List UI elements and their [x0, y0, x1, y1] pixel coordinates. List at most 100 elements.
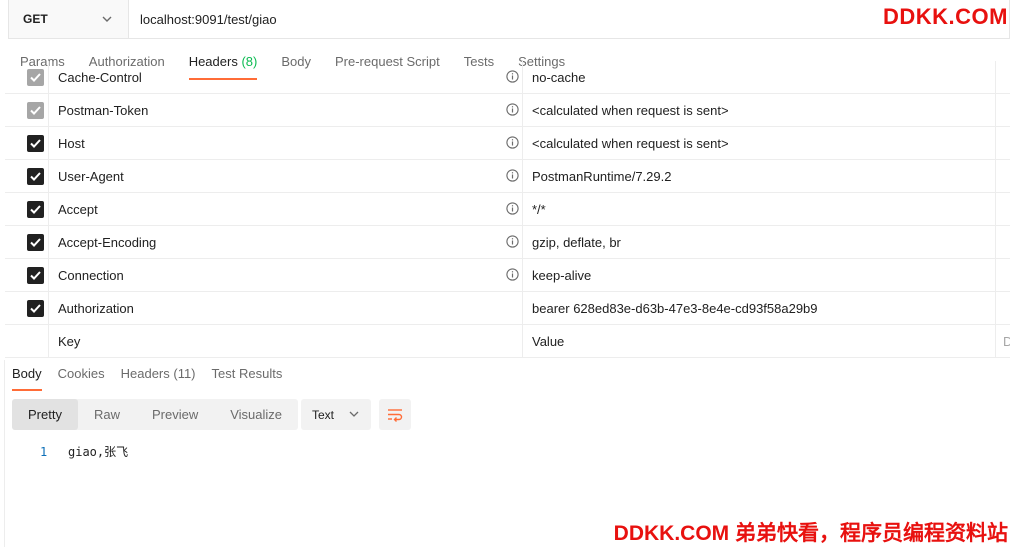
column-divider [522, 160, 523, 193]
info-icon[interactable] [506, 235, 519, 248]
column-divider [995, 160, 996, 193]
header-value[interactable]: gzip, deflate, br [532, 226, 621, 259]
column-divider [522, 259, 523, 292]
header-key[interactable]: User-Agent [58, 160, 124, 193]
checkmark-icon [30, 139, 41, 148]
column-divider [522, 226, 523, 259]
header-row: Connection keep-alive [5, 259, 1010, 292]
column-divider [522, 61, 523, 94]
header-enabled-checkbox[interactable] [27, 300, 44, 317]
info-icon[interactable] [506, 70, 519, 83]
checkmark-icon [30, 73, 41, 82]
header-row: Authorization bearer 628ed83e-d63b-47e3-8… [5, 292, 1010, 325]
column-divider [995, 94, 996, 127]
url-input[interactable]: localhost:9091/test/giao [129, 0, 1009, 38]
header-row: Accept-Encoding gzip, deflate, br [5, 226, 1010, 259]
header-key[interactable]: Postman-Token [58, 94, 148, 127]
header-row: Postman-Token <calculated when request is… [5, 94, 1010, 127]
response-tabs: Body Cookies Headers (11) Test Results [12, 364, 298, 392]
column-divider [995, 127, 996, 160]
wrap-lines-button[interactable] [379, 399, 411, 430]
brand-watermark-bottom: DDKK.COM 弟弟快看，程序员编程资料站 [613, 522, 1008, 545]
checkmark-icon [30, 304, 41, 313]
description-input[interactable]: D [1003, 325, 1010, 358]
brand-watermark-top: DDKK.COM [883, 4, 1008, 29]
checkbox-cell [5, 259, 49, 292]
format-label: Text [312, 407, 335, 422]
checkmark-icon [30, 238, 41, 247]
header-value[interactable]: bearer 628ed83e-d63b-47e3-8e4e-cd93f58a2… [532, 292, 818, 325]
format-select[interactable]: Text [301, 399, 371, 430]
tab-response-body[interactable]: Body [12, 364, 42, 391]
view-mode-group: Pretty Raw Preview Visualize [12, 399, 299, 430]
header-enabled-checkbox[interactable] [27, 168, 44, 185]
wrap-lines-icon [388, 409, 403, 422]
header-value[interactable]: PostmanRuntime/7.29.2 [532, 160, 671, 193]
header-enabled-checkbox[interactable] [27, 267, 44, 284]
column-divider [995, 325, 996, 358]
info-icon[interactable] [506, 136, 519, 149]
checkbox-cell [5, 61, 49, 94]
method-select[interactable]: GET [9, 0, 129, 38]
column-divider [522, 292, 523, 325]
column-divider [522, 94, 523, 127]
column-divider [522, 193, 523, 226]
view-visualize-button[interactable]: Visualize [214, 399, 298, 430]
header-row: User-Agent PostmanRuntime/7.29.2 [5, 160, 1010, 193]
column-divider [995, 259, 996, 292]
header-value[interactable]: <calculated when request is sent> [532, 94, 729, 127]
view-raw-button[interactable]: Raw [78, 399, 136, 430]
chevron-down-icon [102, 16, 112, 22]
url-bar: GET localhost:9091/test/giao [8, 0, 1010, 39]
header-value[interactable]: no-cache [532, 61, 585, 94]
header-key[interactable]: Connection [58, 259, 124, 292]
checkmark-icon [30, 205, 41, 214]
header-key[interactable]: Accept-Encoding [58, 226, 156, 259]
column-divider [995, 292, 996, 325]
checkbox-cell [5, 94, 49, 127]
value-input[interactable]: Value [532, 325, 564, 358]
header-enabled-checkbox[interactable] [27, 234, 44, 251]
checkbox-cell [5, 160, 49, 193]
header-enabled-checkbox[interactable] [27, 201, 44, 218]
header-value[interactable]: */* [532, 193, 546, 226]
view-pretty-button[interactable]: Pretty [12, 399, 78, 430]
info-icon[interactable] [506, 202, 519, 215]
header-key[interactable]: Accept [58, 193, 98, 226]
tab-cookies[interactable]: Cookies [58, 364, 105, 391]
column-divider [522, 127, 523, 160]
header-key[interactable]: Host [58, 127, 85, 160]
header-enabled-checkbox[interactable] [27, 69, 44, 86]
view-preview-button[interactable]: Preview [136, 399, 214, 430]
checkbox-cell [5, 127, 49, 160]
info-icon[interactable] [506, 169, 519, 182]
checkmark-icon [30, 106, 41, 115]
header-enabled-checkbox[interactable] [27, 102, 44, 119]
key-input[interactable]: Key [58, 325, 80, 358]
header-value[interactable]: <calculated when request is sent> [532, 127, 729, 160]
header-value[interactable]: keep-alive [532, 259, 591, 292]
header-key[interactable]: Authorization [58, 292, 134, 325]
column-divider [995, 193, 996, 226]
response-body-text: giao,张飞 [68, 445, 129, 459]
header-row: Accept */* [5, 193, 1010, 226]
checkbox-cell [5, 226, 49, 259]
header-row: Cache-Control no-cache [5, 61, 1010, 94]
method-label: GET [23, 12, 48, 26]
divider [4, 360, 5, 547]
chevron-down-icon [349, 411, 359, 417]
checkbox-cell [5, 292, 49, 325]
info-icon[interactable] [506, 268, 519, 281]
checkbox-cell [5, 325, 49, 358]
tab-response-headers[interactable]: Headers (11) [121, 364, 196, 391]
checkbox-cell [5, 193, 49, 226]
line-number: 1 [40, 445, 48, 459]
header-row: Host <calculated when request is sent> [5, 127, 1010, 160]
info-icon[interactable] [506, 103, 519, 116]
tab-test-results[interactable]: Test Results [212, 364, 283, 391]
header-key[interactable]: Cache-Control [58, 61, 142, 94]
column-divider [522, 325, 523, 358]
header-enabled-checkbox[interactable] [27, 135, 44, 152]
checkmark-icon [30, 271, 41, 280]
new-header-row: Key Value D [5, 325, 1010, 358]
